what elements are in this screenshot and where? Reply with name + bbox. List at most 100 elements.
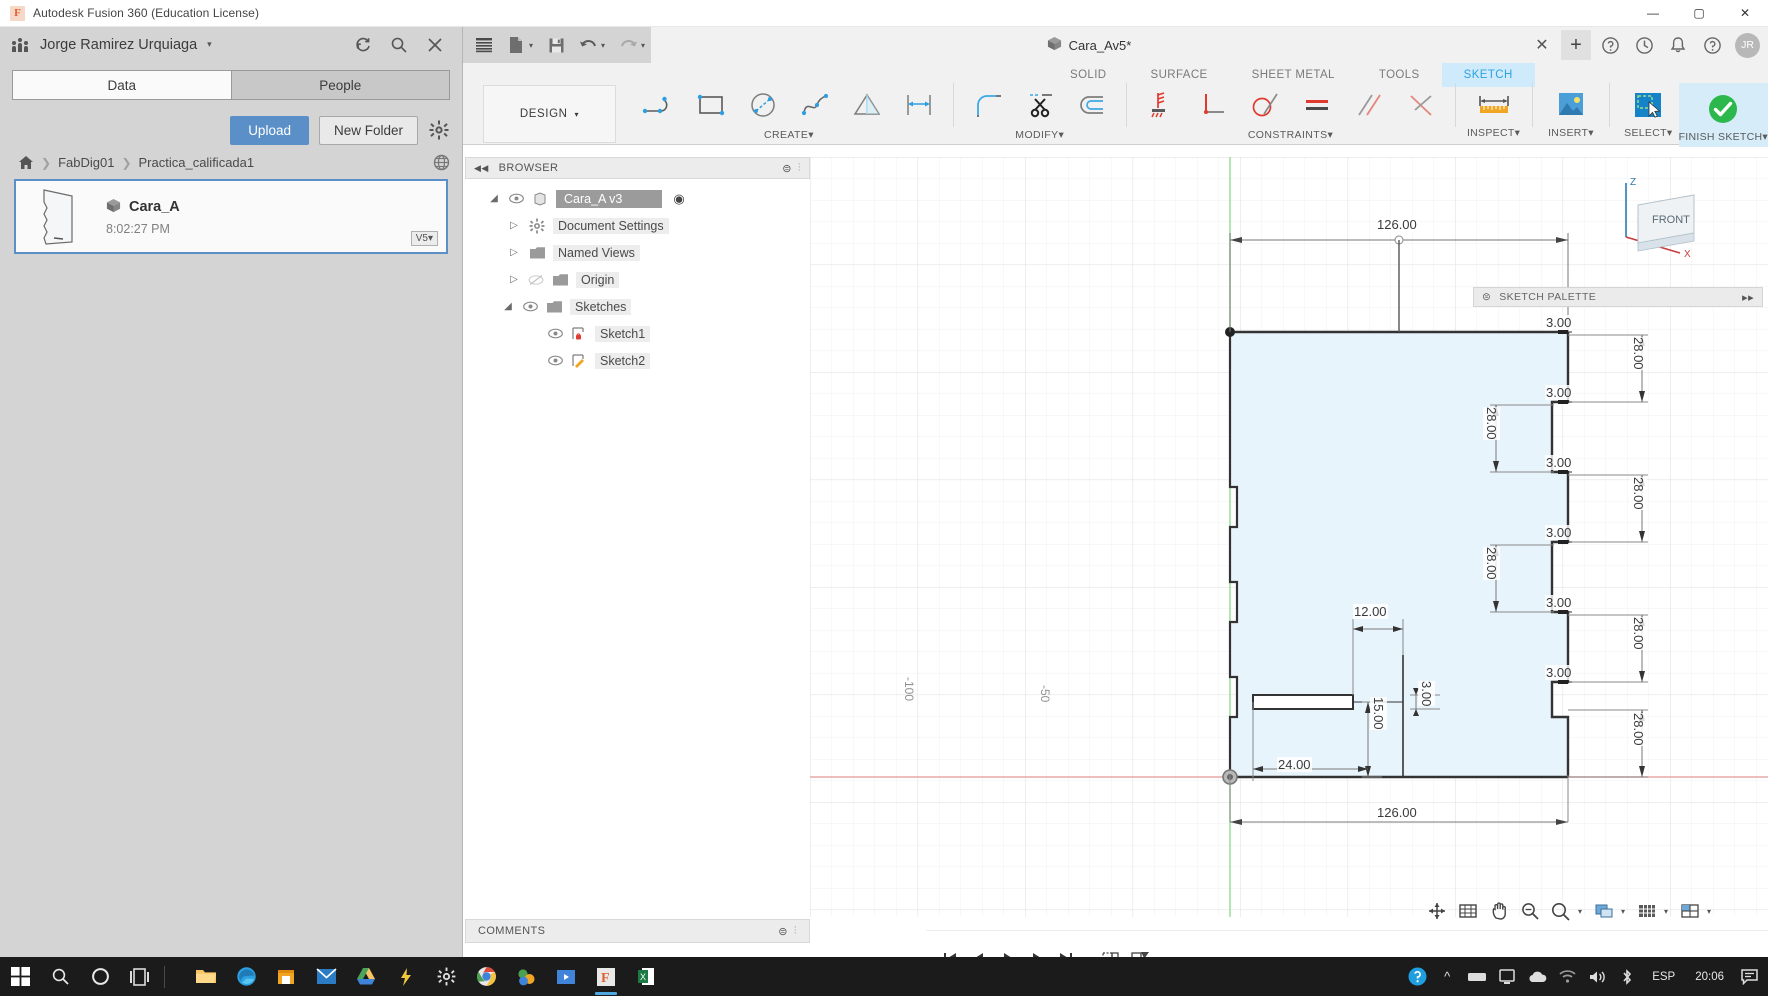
job-status-icon[interactable] (1629, 30, 1659, 60)
file-card-cara-a[interactable]: Cara_A 8:02:27 PM V5▾ (14, 179, 448, 254)
clock[interactable]: 20:06 (1685, 971, 1734, 983)
settings-icon-taskbar[interactable] (426, 957, 466, 996)
close-panel-icon[interactable] (426, 36, 444, 54)
help-icon[interactable] (1595, 30, 1625, 60)
user-name[interactable]: Jorge Ramirez Urquiaga (40, 37, 197, 53)
gear-icon[interactable] (428, 119, 450, 141)
new-tab-button[interactable]: + (1561, 30, 1591, 60)
orbit-icon[interactable] (1423, 897, 1451, 925)
breadcrumb-item-practica[interactable]: Practica_calificada1 (139, 155, 255, 170)
visibility-eye-icon-sketch1[interactable] (547, 328, 563, 339)
rectangle-icon[interactable] (685, 83, 737, 127)
line-icon[interactable] (633, 83, 685, 127)
visibility-eye-icon-sketches[interactable] (522, 301, 538, 312)
dim-step-3-b[interactable]: 3.00 (1545, 385, 1573, 400)
grid-icon[interactable] (469, 30, 499, 60)
expand-arrow-icon-docset[interactable]: ▷ (507, 220, 521, 231)
dim-outer-28-b[interactable]: 28.00 (1630, 477, 1647, 510)
select-button[interactable]: SELECT▾ (1618, 83, 1679, 139)
dim-step-3-a[interactable]: 3.00 (1545, 315, 1573, 330)
dim-step-3-e[interactable]: 3.00 (1545, 595, 1573, 610)
viewports-icon[interactable] (1676, 897, 1704, 925)
save-icon[interactable] (541, 30, 571, 60)
circle-icon[interactable] (737, 83, 789, 127)
palette-dot-icon[interactable]: ⊜ (1482, 291, 1491, 303)
upload-button[interactable]: Upload (230, 115, 309, 145)
minimize-button[interactable]: — (1630, 0, 1676, 27)
hardware-icon[interactable] (1462, 957, 1492, 996)
chevron-down-icon-undo[interactable]: ▾ (601, 41, 611, 50)
chevron-down-icon-display[interactable]: ▾ (1621, 907, 1630, 916)
dim-bottom-126[interactable]: 126.00 (1376, 805, 1418, 820)
pan-grid-icon[interactable] (1454, 897, 1482, 925)
collapse-icon[interactable]: ◀◀ (474, 163, 489, 174)
tree-node-sketch1[interactable]: Sketch1 (465, 320, 810, 347)
comments-resize-icon[interactable]: ⫶ (794, 925, 797, 938)
visibility-eye-icon-sketch2[interactable] (547, 355, 563, 366)
slot-icon[interactable] (893, 83, 945, 127)
inspect-button[interactable]: INSPECT▾ (1463, 83, 1524, 139)
refresh-icon[interactable] (354, 36, 372, 54)
tree-node-cara-a[interactable]: ◢ Cara_A v3 ◉ (465, 185, 810, 212)
chevron-down-icon[interactable]: ▾ (529, 41, 539, 50)
panel-resize-icon[interactable]: ⫶ (798, 162, 801, 175)
display-settings-icon[interactable] (1590, 897, 1618, 925)
zoom-icon[interactable] (1516, 897, 1544, 925)
store-icon[interactable] (266, 957, 306, 996)
expand-arrow-icon[interactable]: ◢ (487, 193, 501, 204)
chrome-icon[interactable] (466, 957, 506, 996)
redo-icon[interactable] (613, 30, 643, 60)
tree-node-origin[interactable]: ▷ Origin (465, 266, 810, 293)
search-icon[interactable] (390, 36, 408, 54)
bell-icon[interactable] (1663, 30, 1693, 60)
new-folder-button[interactable]: New Folder (318, 115, 418, 145)
sketch-palette-bar[interactable]: ⊜ SKETCH PALETTE ▸▸ (1473, 287, 1763, 307)
dim-detail-24[interactable]: 24.00 (1277, 757, 1312, 772)
media-icon[interactable] (546, 957, 586, 996)
expand-arrow-icon-named[interactable]: ▷ (507, 247, 521, 258)
insert-button[interactable]: INSERT▾ (1541, 83, 1602, 139)
dim-step-3-c[interactable]: 3.00 (1545, 455, 1573, 470)
visibility-eye-off-icon[interactable] (528, 274, 544, 286)
dim-detail-15[interactable]: 15.00 (1370, 697, 1387, 730)
chevron-down-icon-select[interactable]: ▾ (1667, 127, 1673, 139)
globe-icon[interactable] (433, 154, 450, 171)
coincident-icon[interactable] (1395, 83, 1447, 127)
drive-icon[interactable] (346, 957, 386, 996)
chevron-down-icon-modify[interactable]: ▾ (1059, 129, 1065, 141)
undo-icon[interactable] (573, 30, 603, 60)
offset-icon[interactable] (1066, 83, 1118, 127)
mail-icon[interactable] (306, 957, 346, 996)
task-view-icon[interactable] (120, 957, 160, 996)
grid-snap-icon[interactable] (1633, 897, 1661, 925)
tab-data[interactable]: Data (13, 71, 232, 99)
fusion-icon[interactable]: F (586, 957, 626, 996)
home-icon[interactable] (18, 155, 34, 170)
new-file-icon[interactable] (501, 30, 531, 60)
dim-detail-3[interactable]: 3.00 (1418, 681, 1435, 707)
chevron-down-icon-viewports[interactable]: ▾ (1707, 907, 1716, 916)
question-icon[interactable] (1697, 30, 1727, 60)
display-icon[interactable] (1492, 957, 1522, 996)
tangent-icon[interactable] (1239, 83, 1291, 127)
spline-icon[interactable] (789, 83, 841, 127)
close-document-icon[interactable]: ✕ (1527, 30, 1557, 60)
panel-dot-icon[interactable]: ⊜ (782, 162, 792, 175)
zoom-window-icon[interactable] (1547, 897, 1575, 925)
notification-icon[interactable] (1734, 957, 1764, 996)
chevron-down-icon-constraints[interactable]: ▾ (1327, 129, 1333, 141)
document-tab[interactable]: Cara_Av5* (1047, 36, 1131, 54)
expand-palette-icon[interactable]: ▸▸ (1742, 291, 1754, 304)
language-indicator[interactable]: ESP (1642, 971, 1685, 983)
tree-node-document-settings[interactable]: ▷ Document Settings (465, 212, 810, 239)
dim-outer-28-d[interactable]: 28.00 (1630, 713, 1647, 746)
design-dropdown[interactable]: DESIGN ▾ (483, 85, 616, 143)
onedrive-icon[interactable] (1522, 957, 1552, 996)
dim-step-3-d[interactable]: 3.00 (1545, 525, 1573, 540)
polygon-icon[interactable] (841, 83, 893, 127)
volume-icon[interactable] (1582, 957, 1612, 996)
excel-icon[interactable]: X (626, 957, 666, 996)
chevron-down-icon-zoom[interactable]: ▾ (1578, 907, 1587, 916)
dim-top-126[interactable]: 126.00 (1376, 217, 1418, 232)
expand-arrow-icon-sketches[interactable]: ◢ (501, 301, 515, 312)
